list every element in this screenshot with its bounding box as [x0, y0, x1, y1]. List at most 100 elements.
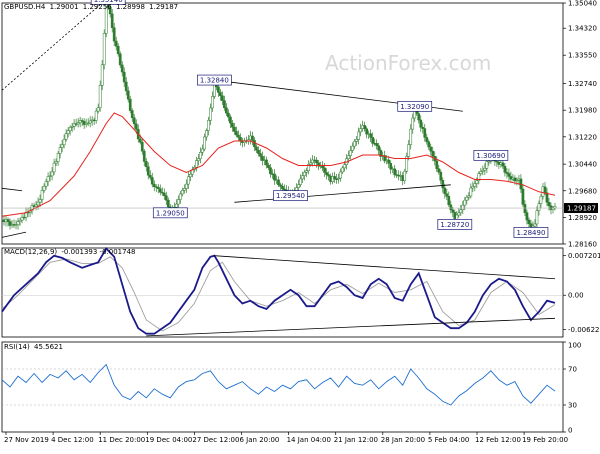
candle-body: [479, 171, 483, 174]
candle-body: [445, 193, 449, 197]
candle-body: [535, 210, 539, 225]
candle-body: [435, 160, 439, 170]
candle-body: [96, 107, 100, 112]
candle-body: [231, 122, 234, 128]
candle-body: [110, 13, 114, 28]
candle-body: [473, 183, 477, 187]
candle-body: [118, 53, 122, 66]
candle-body: [349, 150, 352, 156]
candle-body: [343, 164, 346, 169]
candle-body: [120, 64, 124, 73]
price-y-tick-label: 1.33550: [568, 52, 597, 60]
candle-body: [114, 40, 118, 47]
annotation-label: 1.28490: [516, 229, 545, 237]
x-tick-label: 12 Feb 12:00: [475, 436, 521, 444]
candle-body: [180, 190, 184, 195]
trendline-rising-dashed: [1, 0, 107, 91]
watermark: ActionForex.com: [325, 51, 491, 75]
price-y-tick-label: 1.28160: [568, 241, 597, 249]
candle-body: [297, 184, 300, 188]
candle-body: [303, 172, 306, 176]
candle-body: [221, 95, 224, 101]
candle-body: [393, 168, 397, 175]
candle-body: [533, 223, 537, 227]
rsi-line: [1, 363, 556, 406]
price-annotation: 1.30690: [473, 150, 509, 161]
price-y-tick-label: 1.28920: [568, 214, 597, 222]
candle-body: [369, 133, 373, 138]
candle-body: [201, 148, 204, 153]
candle-body: [341, 167, 344, 173]
candle-body: [229, 116, 232, 124]
candle-body: [199, 152, 202, 159]
candle-body: [365, 128, 368, 135]
candle-body: [273, 173, 276, 181]
price-pane: 1.351401.328401.290501.295401.320901.306…: [1, 0, 563, 238]
candle-body: [56, 153, 60, 162]
macd-trendline-lower: [146, 317, 556, 337]
candle-body: [501, 162, 505, 167]
price-y-tick-label: 1.32740: [568, 80, 597, 88]
macd-pane-title: MACD(12,26,9) -0.001393 -0.001748: [4, 248, 135, 256]
rsi-pane-title: RSI(14) 45.5621: [4, 343, 63, 351]
candle-body: [267, 164, 270, 168]
candle-body: [449, 204, 453, 211]
candle-body: [299, 178, 302, 185]
candle-body: [100, 64, 104, 86]
candle-body: [525, 212, 529, 221]
candle-body: [301, 175, 304, 180]
candle-body: [439, 171, 443, 181]
candle-body: [425, 137, 429, 143]
macd-pane: [1, 247, 563, 337]
candle-body: [146, 166, 150, 176]
candle-body: [469, 187, 473, 197]
candle-body: [126, 90, 130, 100]
x-tick-label: 6 Jan 20:00: [240, 436, 280, 444]
x-tick-label: 11 Dec 20:00: [98, 436, 145, 444]
candle-body: [223, 100, 226, 109]
candle-body: [325, 172, 328, 175]
candle-body: [359, 128, 362, 133]
candle-body: [38, 199, 42, 203]
price-y-tick-label: 1.34320: [568, 25, 597, 33]
rsi-y-tick-label: 70: [568, 366, 577, 374]
candle-body: [239, 137, 242, 141]
candle-body: [353, 141, 356, 147]
candle-body: [429, 146, 433, 152]
candle-body: [537, 203, 541, 211]
rsi-frame: [1, 341, 564, 433]
candle-body: [205, 130, 208, 138]
candle-body: [94, 110, 98, 121]
candle-body: [225, 107, 228, 114]
candle-body: [134, 123, 138, 130]
x-tick-label: 19 Feb 20:00: [522, 436, 568, 444]
candle-body: [333, 176, 336, 180]
candle-body: [539, 195, 543, 204]
x-tick-label: 27 Dec 12:00: [192, 436, 239, 444]
candle-body: [178, 193, 182, 200]
candle-body: [102, 33, 106, 66]
candle-body: [116, 45, 120, 55]
price-annotation: 1.29540: [273, 190, 308, 202]
price-annotation: 1.29050: [152, 207, 188, 219]
price-y-tick-label: 1.31220: [568, 133, 597, 141]
candle-body: [355, 139, 358, 142]
candle-body: [419, 119, 423, 128]
candle-body: [431, 150, 435, 157]
candle-body: [46, 176, 50, 182]
candle-body: [150, 177, 154, 185]
candle-body: [257, 149, 260, 154]
candle-body: [423, 128, 427, 138]
candle-body: [437, 168, 441, 173]
candle-body: [132, 117, 136, 125]
candle-body: [281, 186, 284, 190]
chart-root: ActionForex.com 1.351401.328401.290501.2…: [0, 0, 600, 450]
candle-body: [162, 192, 166, 196]
candle-body: [443, 187, 447, 195]
rsi-y-tick-label: 30: [568, 402, 577, 410]
candle-body: [142, 150, 146, 162]
candle-body: [351, 145, 354, 151]
candle-body: [441, 180, 445, 189]
candle-body: [62, 139, 66, 146]
candle-body: [339, 171, 342, 179]
